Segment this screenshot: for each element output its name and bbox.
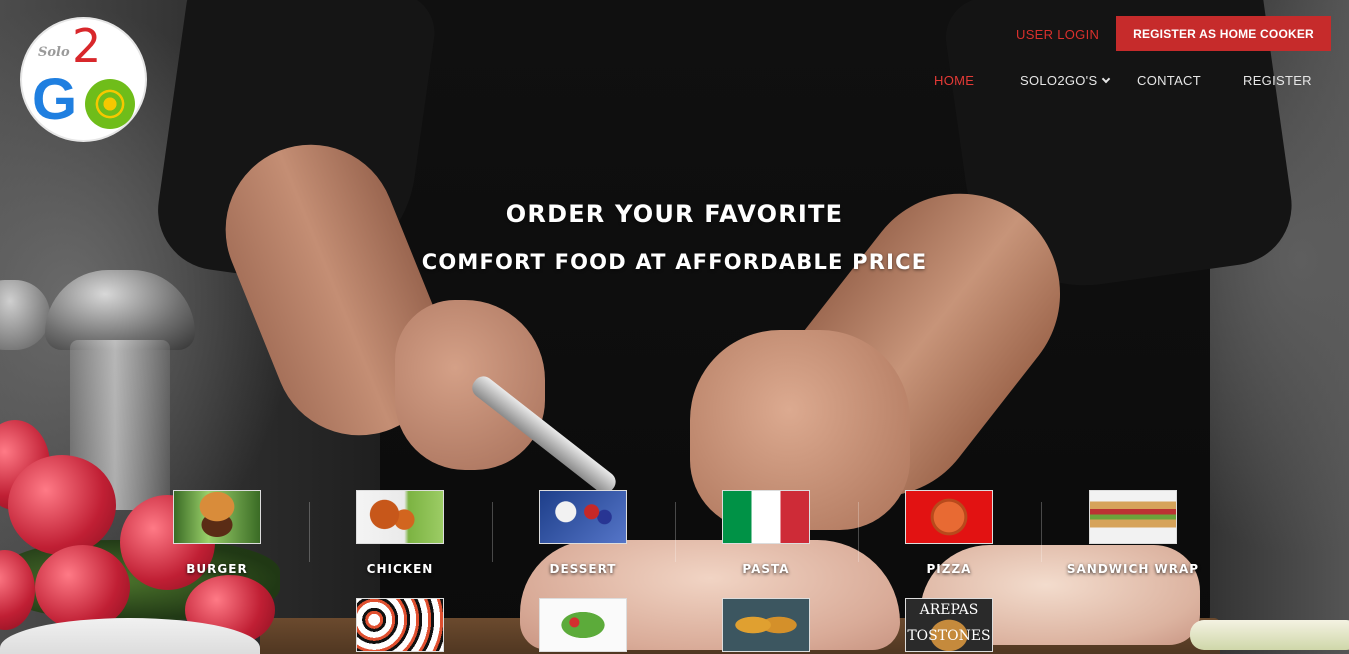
logo-two-text: 2 [72, 19, 102, 73]
category-chicken[interactable]: CHICKEN [310, 490, 490, 576]
tostones-image-text: TOSTONES [907, 628, 991, 644]
category-sushi[interactable] [310, 598, 490, 652]
hero-headline-line1: ORDER YOUR FAVORITE [505, 200, 844, 228]
logo-g-text: G [32, 67, 78, 132]
pepper-grinder-top [45, 270, 195, 350]
chef-hand-left [395, 300, 545, 470]
category-pizza[interactable]: PIZZA [859, 490, 1039, 576]
category-dessert[interactable]: DESSERT [493, 490, 673, 576]
category-tacos[interactable] [676, 598, 856, 652]
nav-solo2gos[interactable]: SOLO2GO'S [1020, 73, 1111, 88]
user-login-link[interactable]: USER LOGIN [1016, 27, 1099, 42]
arepas-image: AREPAS TOSTONES [905, 598, 993, 652]
nav-register[interactable]: REGISTER [1243, 73, 1312, 88]
divider [1041, 502, 1042, 562]
category-label: PIZZA [926, 562, 972, 576]
tacos-image [722, 598, 810, 652]
radish [8, 455, 116, 555]
nav-contact[interactable]: CONTACT [1137, 73, 1201, 88]
lemon-icon [85, 79, 135, 129]
solo2go-logo[interactable]: Solo 2 G [20, 17, 147, 142]
category-sandwich-wrap[interactable]: SANDWICH WRAP [1043, 490, 1223, 576]
category-pasta[interactable]: PASTA [676, 490, 856, 576]
logo-solo-text: Solo [38, 45, 70, 60]
pepper-grinder-back [0, 280, 50, 350]
category-label: PASTA [742, 562, 790, 576]
burger-image [173, 490, 261, 544]
chicken-image [356, 490, 444, 544]
category-label: DESSERT [549, 562, 617, 576]
dessert-image [539, 490, 627, 544]
category-arepas[interactable]: AREPAS TOSTONES [859, 598, 1039, 652]
salad-image [539, 598, 627, 652]
italian-flag-image [722, 490, 810, 544]
sushi-image [356, 598, 444, 652]
nav-home[interactable]: HOME [934, 73, 974, 88]
category-burger[interactable]: BURGER [127, 490, 307, 576]
arepas-image-text: AREPAS [919, 602, 979, 618]
category-salad[interactable] [493, 598, 673, 652]
category-label: CHICKEN [366, 562, 434, 576]
sandwich-image [1089, 490, 1177, 544]
chevron-down-icon [1102, 74, 1111, 84]
hero-headline-line2: COMFORT FOOD AT AFFORDABLE PRICE [421, 250, 928, 274]
nav-solo2gos-label: SOLO2GO'S [1020, 73, 1098, 88]
register-home-cooker-button[interactable]: REGISTER AS HOME COOKER [1116, 16, 1331, 51]
pizza-image [905, 490, 993, 544]
green-onion [1190, 620, 1349, 650]
category-label: SANDWICH WRAP [1066, 562, 1200, 576]
category-label: BURGER [186, 562, 248, 576]
